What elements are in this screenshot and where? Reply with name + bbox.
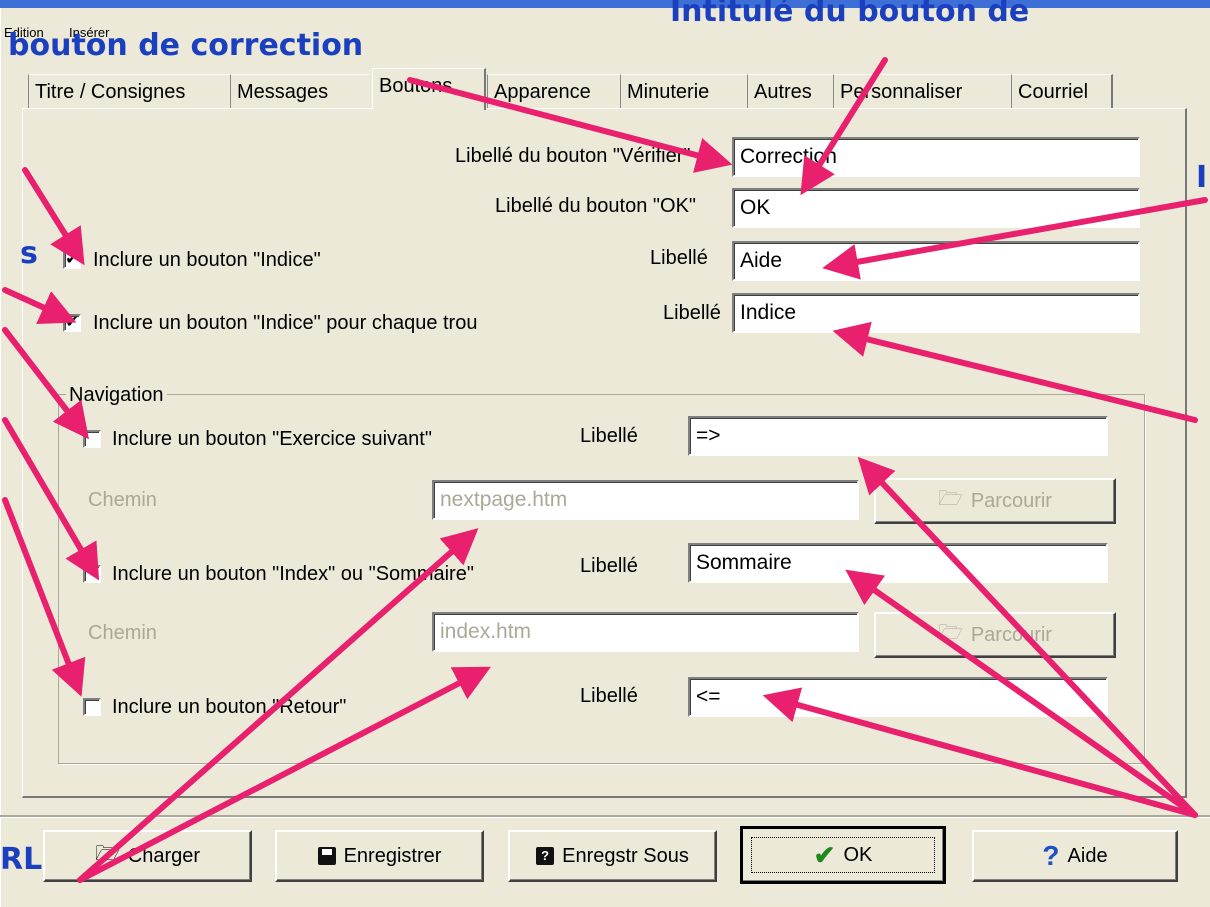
hint-check-label: Inclure un bouton "Indice" <box>93 249 321 271</box>
tab-apparence[interactable]: Apparence <box>487 74 620 108</box>
verifier-label: Libellé du bouton "Vérifier" <box>455 145 691 167</box>
hint-each-label: Libellé <box>663 302 721 324</box>
annotation-top-right: Intitulé du bouton de <box>670 0 1030 29</box>
next-input[interactable]: => <box>688 416 1108 456</box>
index-browse-button[interactable]: 🗁 Parcourir <box>874 612 1116 658</box>
save-as-button[interactable]: ? Enregstr Sous <box>508 830 717 882</box>
question-mark-icon: ? <box>1042 840 1060 871</box>
floppy-disk-question-icon: ? <box>536 847 555 865</box>
hint-input[interactable]: Aide <box>732 241 1140 281</box>
index-browse-label: Parcourir <box>970 623 1052 646</box>
index-input[interactable]: Sommaire <box>688 543 1108 583</box>
hint-each-checkbox[interactable]: ✔ <box>63 314 81 332</box>
back-check-label: Inclure un bouton "Retour" <box>112 696 347 718</box>
hint-label: Libellé <box>650 247 708 269</box>
index-checkbox[interactable] <box>83 565 101 583</box>
load-label: Charger <box>127 844 201 867</box>
back-checkbox[interactable] <box>83 698 101 716</box>
next-path-input[interactable]: nextpage.htm <box>432 480 859 520</box>
index-path-label: Chemin <box>88 622 157 644</box>
tab-titre-consignes[interactable]: Titre / Consignes <box>28 74 230 108</box>
next-browse-label: Parcourir <box>970 489 1052 512</box>
back-input[interactable]: <= <box>688 677 1108 717</box>
hint-each-input[interactable]: Indice <box>732 293 1140 333</box>
index-path-input[interactable]: index.htm <box>432 612 859 652</box>
navigation-title: Navigation <box>66 384 167 407</box>
hint-checkbox[interactable]: ✔ <box>63 251 81 269</box>
next-checkbox[interactable] <box>83 430 101 448</box>
folder-open-icon: 🗁 <box>938 622 963 644</box>
tab-autres[interactable]: Autres <box>747 74 833 108</box>
tab-courriel[interactable]: Courriel <box>1011 74 1113 108</box>
floppy-disk-icon <box>317 847 336 865</box>
divider <box>0 815 1210 818</box>
verifier-input[interactable]: Correction <box>732 137 1140 177</box>
folder-open-icon: 🗁 <box>94 843 120 865</box>
tab-messages[interactable]: Messages <box>230 74 369 108</box>
back-label: Libellé <box>580 685 638 707</box>
tab-personnaliser[interactable]: Personnaliser <box>833 74 1011 108</box>
ok-button[interactable]: ✔ OK <box>740 826 946 884</box>
hint-each-check-label: Inclure un bouton "Indice" pour chaque t… <box>93 312 478 334</box>
annotation-top-left: bouton de correction <box>8 28 364 63</box>
annotation-bottom-left: RL <box>0 842 43 877</box>
save-as-label: Enregstr Sous <box>562 844 689 867</box>
checkmark-icon: ✔ <box>813 839 836 870</box>
index-check-label: Inclure un bouton "Index" ou "Sommaire" <box>112 563 474 585</box>
next-browse-button[interactable]: 🗁 Parcourir <box>874 478 1116 524</box>
load-button[interactable]: 🗁 Charger <box>43 830 252 882</box>
next-path-label: Chemin <box>88 489 157 511</box>
annotation-left-s: s <box>20 236 38 271</box>
tab-boutons[interactable]: Boutons <box>372 68 486 110</box>
ok-label-btn: OK <box>843 843 873 866</box>
next-check-label: Inclure un bouton "Exercice suivant" <box>112 428 432 450</box>
help-label: Aide <box>1067 844 1108 867</box>
ok-input[interactable]: OK <box>732 188 1140 228</box>
next-label: Libellé <box>580 425 638 447</box>
help-button[interactable]: ? Aide <box>972 830 1178 882</box>
save-label: Enregistrer <box>343 844 442 867</box>
save-button[interactable]: Enregistrer <box>275 830 484 882</box>
ok-label: Libellé du bouton "OK" <box>495 195 697 217</box>
tab-minuterie[interactable]: Minuterie <box>620 74 747 108</box>
folder-open-icon: 🗁 <box>938 488 963 510</box>
annotation-right-i: I <box>1196 160 1208 195</box>
index-label: Libellé <box>580 555 638 577</box>
